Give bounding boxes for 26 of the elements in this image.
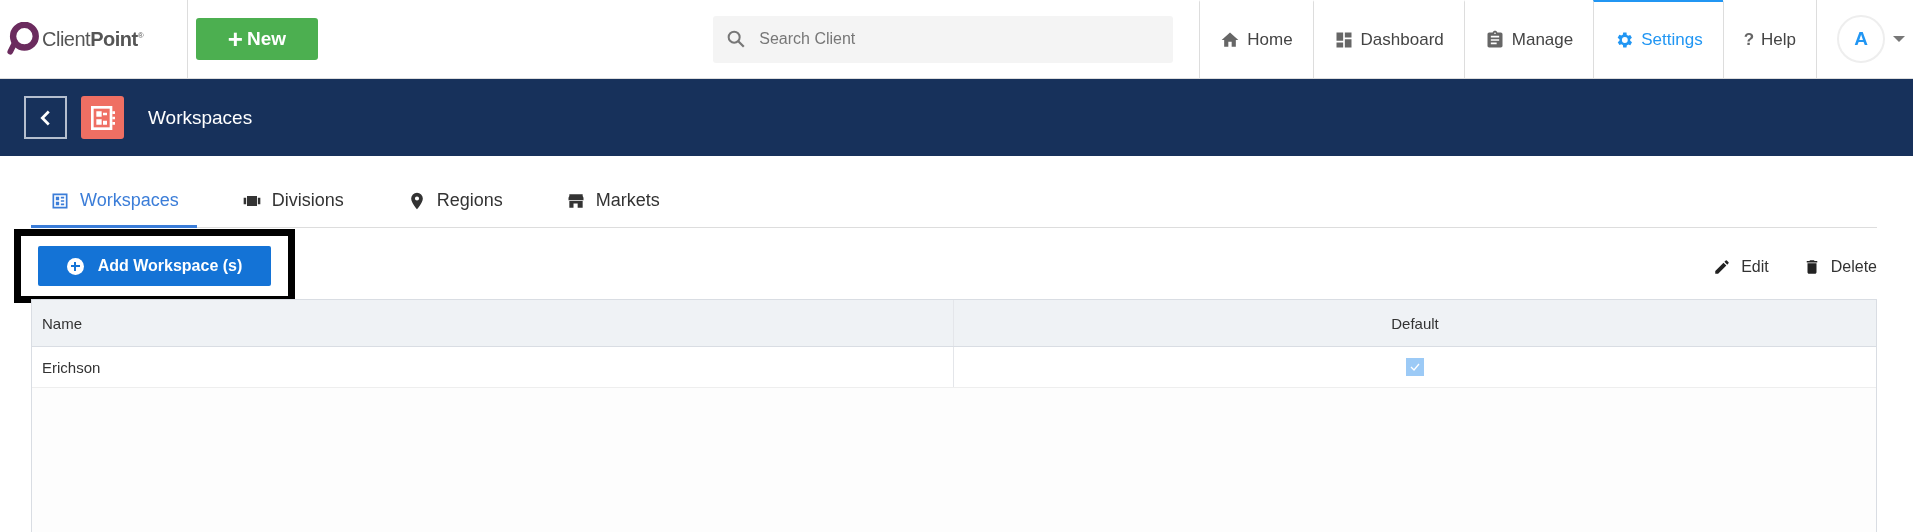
plus-circle-icon	[66, 257, 84, 275]
column-header[interactable]: Name	[32, 300, 954, 346]
nav-item[interactable]: Dashboard	[1312, 0, 1464, 78]
action-button[interactable]: Edit	[1713, 258, 1769, 276]
tab[interactable]: Markets	[546, 190, 678, 228]
nav-item[interactable]: ? Help	[1722, 0, 1816, 78]
tab[interactable]: Divisions	[222, 190, 362, 228]
checkbox[interactable]	[1406, 358, 1424, 376]
logo-mark-icon	[6, 22, 40, 56]
home-icon	[1220, 30, 1241, 50]
tab[interactable]: Workspaces	[31, 190, 197, 228]
workspace-icon	[81, 96, 124, 139]
logo-text: ClientPoint$^{®}$	[42, 27, 144, 51]
page-title: Workspaces	[148, 106, 253, 129]
back-button[interactable]	[24, 96, 67, 139]
add-workspace-button[interactable]: Add Workspace (s)	[38, 246, 271, 286]
table-cell: Erichson	[32, 347, 954, 387]
search-field[interactable]: Search Client	[713, 15, 1174, 63]
nav-item[interactable]: Home	[1199, 0, 1313, 78]
pencil-icon	[1713, 258, 1732, 276]
caret-icon[interactable]	[1893, 36, 1905, 42]
nav-item[interactable]: Manage	[1463, 0, 1594, 78]
column-header[interactable]: Default	[954, 300, 1876, 346]
tab[interactable]: Regions	[387, 190, 521, 228]
help-icon: ?	[1743, 30, 1755, 50]
action-button[interactable]: Delete	[1802, 258, 1877, 276]
